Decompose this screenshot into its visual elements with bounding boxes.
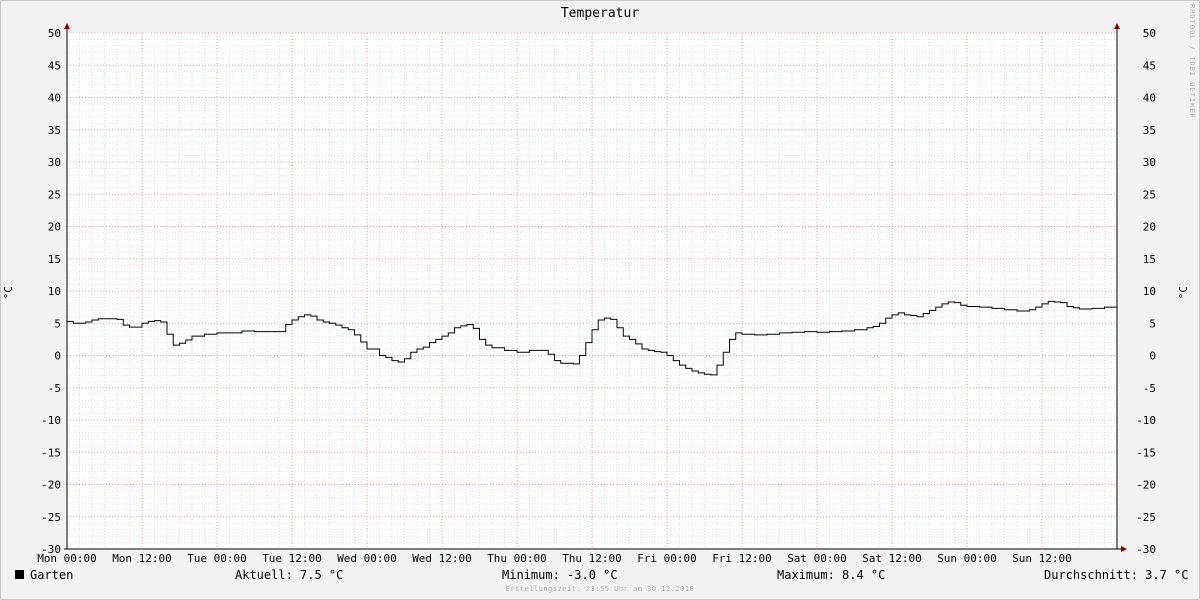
y-axis-arrow-left <box>64 23 70 29</box>
y-tick-label-right: 50 <box>1143 27 1156 40</box>
y-tick-label-left: -10 <box>41 414 61 427</box>
y-tick-label-right: 45 <box>1143 59 1156 72</box>
temperature-chart: 50 5045 4540 4035 3530 3025 2520 2015 1510 105 50 0… <box>37 23 1156 565</box>
y-axis-arrow-right <box>1114 23 1120 29</box>
y-tick-label-left: -15 <box>41 446 61 459</box>
stat-current: Aktuell: 7.5 °C <box>235 568 344 582</box>
creation-time-note: Erstellungszeit: 23:55 Uhr am 30.12.2018 <box>505 585 695 593</box>
y-tick-label-left: 0 <box>54 350 61 363</box>
y-tick-label-left: -20 <box>41 479 61 492</box>
y-tick-label-left: 35 <box>48 124 61 137</box>
x-tick-label: Tue 12:00 <box>262 552 322 565</box>
y-tick-label-right: -30 <box>1136 543 1156 556</box>
y-tick-label-left: 50 <box>48 27 61 40</box>
y-tick-label-left: -5 <box>48 382 61 395</box>
y-tick-label-right: -10 <box>1136 414 1156 427</box>
y-tick-label-right: 40 <box>1143 92 1156 105</box>
y-tick-label-right: 25 <box>1143 188 1156 201</box>
stat-maximum: Maximum: 8.4 °C <box>777 568 886 582</box>
y-tick-label-right: -5 <box>1143 382 1156 395</box>
y-tick-label-right: 35 <box>1143 124 1156 137</box>
y-tick-label-left: 30 <box>48 156 61 169</box>
y-tick-label-right: 0 <box>1149 350 1156 363</box>
x-tick-label: Mon 12:00 <box>112 552 172 565</box>
x-tick-label: Wed 00:00 <box>337 552 397 565</box>
legend-series-name: Garten <box>30 568 74 582</box>
x-tick-label: Sun 00:00 <box>937 552 997 565</box>
x-tick-label: Fri 00:00 <box>637 552 697 565</box>
y-tick-label-left: 15 <box>48 253 61 266</box>
x-tick-label: Sat 12:00 <box>862 552 922 565</box>
x-axis-arrow <box>1121 546 1127 552</box>
y-tick-label-left: 25 <box>48 188 61 201</box>
legend-row: Garten Aktuell: 7.5 °C Minimum: -3.0 °C … <box>0 568 1200 584</box>
x-tick-label: Sun 12:00 <box>1012 552 1072 565</box>
legend-swatch <box>15 570 24 579</box>
y-tick-label-right: -15 <box>1136 446 1156 459</box>
x-tick-label: Thu 12:00 <box>562 552 622 565</box>
y-tick-label-left: 10 <box>48 285 61 298</box>
y-tick-label-right: 30 <box>1143 156 1156 169</box>
x-tick-label: Thu 00:00 <box>487 552 547 565</box>
x-tick-label: Tue 00:00 <box>187 552 247 565</box>
x-tick-label: Wed 12:00 <box>412 552 472 565</box>
y-tick-label-right: -25 <box>1136 511 1156 524</box>
stat-minimum: Minimum: -3.0 °C <box>502 568 618 582</box>
x-tick-label: Mon 00:00 <box>37 552 97 565</box>
y-tick-label-right: 20 <box>1143 221 1156 234</box>
y-tick-label-right: 5 <box>1149 317 1156 330</box>
y-tick-label-right: 10 <box>1143 285 1156 298</box>
y-tick-label-left: 45 <box>48 59 61 72</box>
y-tick-label-left: -25 <box>41 511 61 524</box>
x-tick-label: Sat 00:00 <box>787 552 847 565</box>
y-tick-label-right: -20 <box>1136 479 1156 492</box>
y-tick-label-left: 40 <box>48 92 61 105</box>
y-tick-label-left: 5 <box>54 317 61 330</box>
stat-average: Durchschnitt: 3.7 °C <box>1044 568 1189 582</box>
y-tick-label-left: 20 <box>48 221 61 234</box>
x-tick-label: Fri 12:00 <box>712 552 772 565</box>
y-tick-label-right: 15 <box>1143 253 1156 266</box>
